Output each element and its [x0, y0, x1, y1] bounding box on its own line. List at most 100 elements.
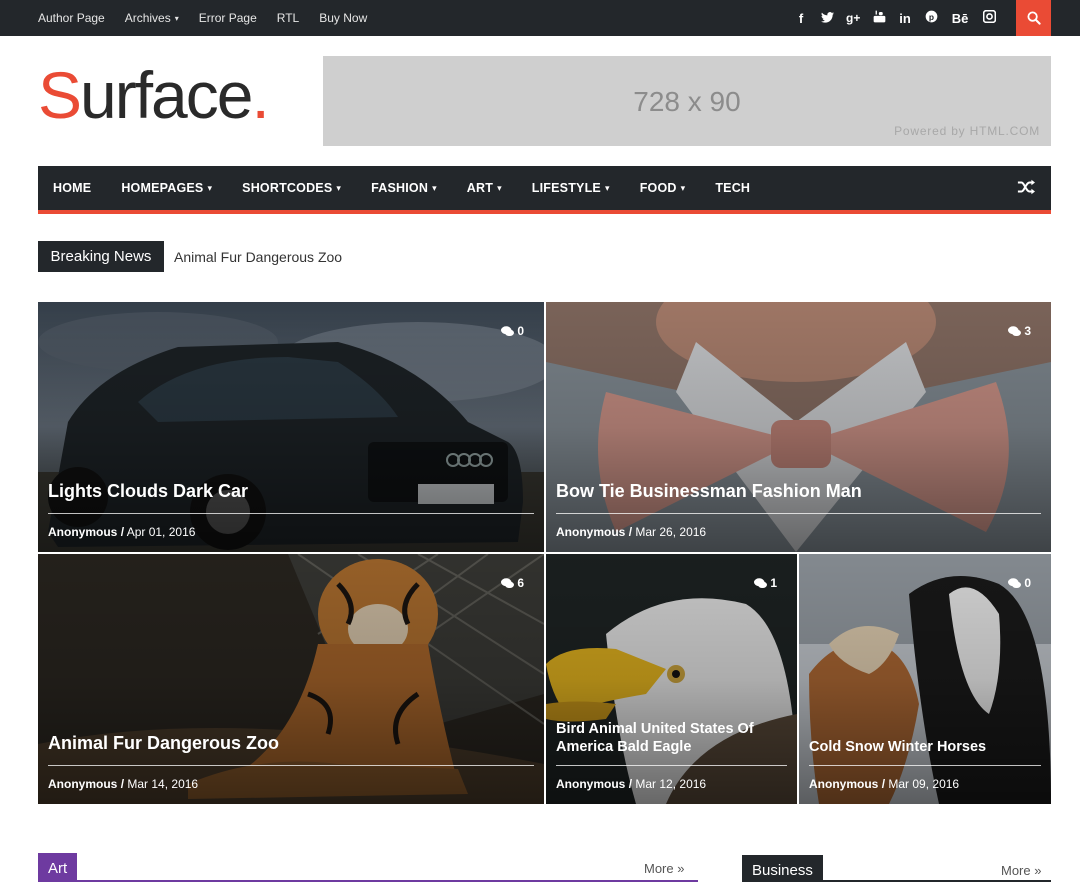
post-meta: Anonymous / Mar 14, 2016: [48, 777, 198, 791]
logo-text: urface: [80, 58, 253, 132]
search-icon: [1026, 11, 1041, 25]
featured-post-2[interactable]: 3 Bow Tie Businessman Fashion Man Anonym…: [546, 302, 1051, 552]
comment-count[interactable]: 1: [754, 576, 777, 590]
nav-label: FASHION: [371, 181, 429, 195]
post-date: Apr 01, 2016: [126, 525, 196, 539]
top-link-archives-label: Archives: [124, 11, 171, 25]
google-plus-icon[interactable]: g+: [846, 11, 860, 25]
more-link-business[interactable]: More »: [1001, 863, 1041, 878]
featured-post-3[interactable]: 6 Animal Fur Dangerous Zoo Anonymous / M…: [38, 554, 544, 804]
nav-label: FOOD: [639, 181, 677, 195]
linkedin-icon[interactable]: in: [898, 11, 912, 26]
facebook-icon[interactable]: f: [794, 11, 808, 26]
more-link-art[interactable]: More »: [644, 861, 684, 876]
nav-item-lifestyle[interactable]: LIFESTYLE ▾: [532, 181, 610, 195]
social-links: f g+ in p Bē: [782, 0, 996, 36]
nav-item-food[interactable]: FOOD ▾: [640, 181, 686, 195]
ad-powered-by: Powered by HTML.COM: [894, 124, 1040, 138]
post-meta: Anonymous / Apr 01, 2016: [48, 525, 195, 539]
youtube-icon[interactable]: [872, 10, 886, 26]
top-link-buy-now[interactable]: Buy Now: [319, 11, 367, 25]
comment-count[interactable]: 0: [1008, 576, 1031, 590]
post-title[interactable]: Animal Fur Dangerous Zoo: [48, 734, 534, 752]
breaking-news-label: Breaking News: [38, 241, 164, 272]
featured-post-4[interactable]: 1 Bird Animal United States Of America B…: [546, 554, 797, 804]
featured-post-1[interactable]: 0 Lights Clouds Dark Car Anonymous / Apr…: [38, 302, 544, 552]
twitter-icon[interactable]: [820, 11, 834, 26]
meta-separator: /: [120, 525, 125, 539]
ad-banner[interactable]: 728 x 90 Powered by HTML.COM: [323, 56, 1051, 146]
nav-label: HOME: [53, 181, 92, 195]
top-link-author-page[interactable]: Author Page: [38, 11, 105, 25]
title-divider: [556, 765, 787, 766]
title-divider: [809, 765, 1041, 766]
svg-text:p: p: [928, 12, 933, 22]
main-nav: HOME HOMEPAGES ▾ SHORTCODES ▾ FASHION ▾ ART…: [38, 166, 1051, 214]
post-author[interactable]: Anonymous: [48, 525, 117, 539]
nav-label: TECH: [715, 181, 751, 195]
behance-icon[interactable]: Bē: [950, 11, 970, 26]
site-logo[interactable]: Surface.: [38, 62, 270, 128]
top-link-archives[interactable]: Archives ▾: [125, 11, 179, 25]
post-author[interactable]: Anonymous: [48, 777, 117, 791]
top-link-error-page[interactable]: Error Page: [199, 11, 257, 25]
comment-count-value: 0: [1024, 576, 1031, 590]
section-label-business[interactable]: Business: [742, 855, 823, 882]
nav-item-homepages[interactable]: HOMEPAGES ▾: [121, 181, 212, 195]
chevron-down-icon: ▾: [680, 182, 686, 193]
comment-count[interactable]: 3: [1008, 324, 1031, 338]
post-date: Mar 26, 2016: [635, 525, 707, 539]
search-button[interactable]: [1016, 0, 1051, 36]
post-title[interactable]: Cold Snow Winter Horses: [809, 738, 1041, 756]
tile-overlay: [38, 302, 544, 552]
post-meta: Anonymous / Mar 12, 2016: [556, 777, 706, 791]
comments-icon: [501, 325, 515, 336]
title-divider: [48, 765, 534, 766]
comment-count-value: 3: [1024, 324, 1031, 338]
nav-item-shortcodes[interactable]: SHORTCODES ▾: [242, 181, 341, 195]
nav-label: LIFESTYLE: [531, 181, 601, 195]
pinterest-icon[interactable]: p: [924, 10, 938, 26]
tile-overlay: [799, 554, 1051, 804]
post-author[interactable]: Anonymous: [809, 777, 878, 791]
post-author[interactable]: Anonymous: [556, 525, 625, 539]
chevron-down-icon: ▾: [207, 182, 213, 193]
tile-overlay: [546, 554, 797, 804]
featured-post-5[interactable]: 0 Cold Snow Winter Horses Anonymous / Ma…: [799, 554, 1051, 804]
nav-label: HOMEPAGES: [121, 181, 204, 195]
breaking-news-ticker[interactable]: Animal Fur Dangerous Zoo: [174, 249, 342, 265]
post-date: Mar 14, 2016: [127, 777, 199, 791]
logo-letter-s: S: [38, 58, 82, 132]
post-title[interactable]: Bow Tie Businessman Fashion Man: [556, 482, 1041, 500]
title-divider: [556, 513, 1041, 514]
meta-separator: /: [120, 777, 125, 791]
comment-count[interactable]: 0: [501, 324, 524, 338]
top-bar: Author Page Archives ▾ Error Page RTL Buy…: [0, 0, 1080, 36]
chevron-down-icon: ▾: [174, 13, 179, 23]
tile-overlay: [546, 302, 1051, 552]
meta-separator: /: [628, 525, 633, 539]
nav-item-home[interactable]: HOME: [53, 181, 91, 195]
nav-label: SHORTCODES: [242, 181, 333, 195]
top-link-rtl[interactable]: RTL: [277, 11, 299, 25]
shuffle-icon[interactable]: [1017, 178, 1035, 196]
nav-item-fashion[interactable]: FASHION ▾: [371, 181, 437, 195]
post-author[interactable]: Anonymous: [556, 777, 625, 791]
nav-item-tech[interactable]: TECH: [715, 181, 750, 195]
meta-separator: /: [628, 777, 633, 791]
comment-count-value: 1: [770, 576, 777, 590]
post-title[interactable]: Bird Animal United States Of America Bal…: [556, 720, 787, 756]
post-meta: Anonymous / Mar 26, 2016: [556, 525, 706, 539]
comment-count[interactable]: 6: [501, 576, 524, 590]
top-links: Author Page Archives ▾ Error Page RTL Buy…: [38, 0, 387, 36]
comment-count-value: 0: [517, 324, 524, 338]
instagram-icon[interactable]: [982, 9, 996, 26]
chevron-down-icon: ▾: [497, 182, 502, 193]
comments-icon: [1008, 577, 1022, 588]
section-label-art[interactable]: Art: [38, 853, 78, 882]
comment-count-value: 6: [517, 576, 524, 590]
nav-item-art[interactable]: ART ▾: [467, 181, 502, 195]
chevron-down-icon: ▾: [336, 182, 342, 193]
post-title[interactable]: Lights Clouds Dark Car: [48, 482, 534, 500]
comments-icon: [501, 577, 515, 588]
